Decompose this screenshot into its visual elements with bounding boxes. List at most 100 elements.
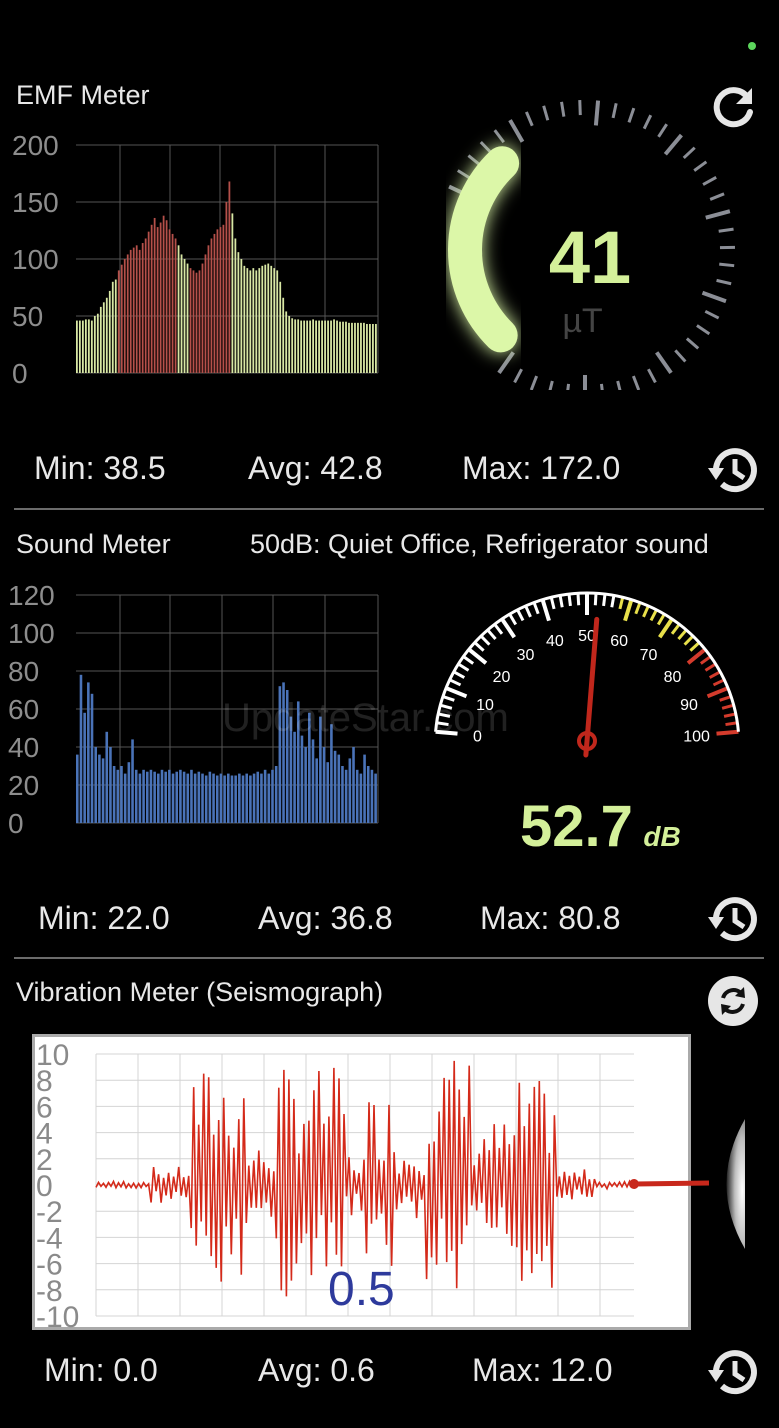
emf-gauge-tick (542, 105, 550, 121)
emf-bar (321, 320, 323, 373)
emf-gauge-tick (627, 107, 636, 123)
emf-gauge-tick (701, 290, 727, 304)
emf-bar (114, 279, 117, 373)
sound-dial-tick (634, 602, 642, 615)
emf-bar (207, 245, 210, 373)
sound-bar (201, 773, 204, 823)
sound-tick-label: 40 (8, 732, 39, 763)
emf-bar (336, 320, 338, 373)
sound-dial-tick (462, 655, 475, 665)
sound-bar (315, 758, 318, 823)
sound-history-icon[interactable] (706, 893, 760, 947)
emf-bar (213, 233, 216, 373)
sound-dial: 010203040 50 60708090100 (434, 591, 740, 758)
sound-dial-tick (516, 609, 525, 622)
sound-bar (263, 769, 267, 823)
sound-bar (234, 775, 237, 823)
emf-bar (351, 322, 353, 373)
vibration-avg: Avg: 0.6 (258, 1352, 375, 1388)
sound-max: Max: 80.8 (480, 900, 621, 936)
emf-bar (102, 302, 105, 373)
emf-bar (252, 268, 255, 373)
sound-bar (190, 769, 193, 823)
sound-dial-tick (642, 605, 650, 618)
sound-dial-tick (453, 670, 466, 679)
emf-bar (225, 202, 228, 373)
seismograph-tick-label: -10 (36, 1301, 79, 1334)
sound-bar (215, 775, 219, 823)
vibration-history-icon[interactable] (706, 1346, 760, 1400)
sound-dial-tick (712, 678, 725, 687)
emf-bar (300, 320, 303, 373)
sound-dial-tick (656, 613, 666, 626)
emf-gauge-tick (704, 309, 720, 320)
emf-bar (315, 320, 317, 373)
emf-bar (348, 322, 350, 373)
sound-dial-tick (618, 596, 625, 610)
emf-gauge-value: 41 (548, 216, 632, 299)
emf-bar (264, 264, 267, 373)
sync-icon[interactable] (708, 976, 758, 1026)
emf-bar (231, 213, 234, 373)
sound-bar (274, 766, 278, 823)
sound-dial-label: 60 (610, 633, 628, 650)
emf-bar (174, 238, 177, 373)
sound-bar (230, 775, 234, 823)
sound-bar (370, 769, 374, 823)
sound-bar (138, 773, 142, 823)
sound-bar (127, 762, 131, 823)
emf-gauge-tick (599, 383, 604, 390)
emf-tick-label: 50 (12, 301, 43, 332)
sound-bar (227, 773, 230, 823)
emf-bar (117, 270, 120, 373)
emf-bar (192, 270, 195, 373)
sound-bar (260, 773, 263, 823)
sound-bar (164, 771, 167, 823)
sound-bar (116, 769, 120, 823)
emf-gauge-tick (642, 114, 653, 130)
sound-bar (76, 754, 79, 823)
sound-tick-label: 80 (8, 656, 39, 687)
emf-avg: Avg: 42.8 (248, 450, 383, 486)
sound-bar (341, 766, 344, 823)
sound-bar (300, 735, 304, 823)
emf-bar (276, 270, 279, 373)
vibration-min: Min: 0.0 (44, 1352, 158, 1388)
sound-bar (293, 731, 296, 823)
emf-bar (282, 297, 285, 373)
sound-bar (134, 769, 138, 823)
refresh-icon[interactable] (708, 84, 758, 134)
sound-dial-tick (670, 623, 681, 635)
sound-dial-label: 70 (640, 647, 658, 664)
emf-bar (183, 259, 186, 373)
sound-bar (223, 775, 226, 823)
emf-bar (219, 227, 222, 373)
emf-gauge-tick (493, 129, 505, 144)
sound-bar (175, 771, 179, 823)
emf-gauge-tick (674, 349, 687, 363)
sound-tick-label: 100 (8, 618, 55, 649)
emf-bar (288, 316, 291, 373)
emf-bar (132, 247, 135, 373)
sound-bar (87, 682, 90, 823)
sound-bar (304, 747, 307, 823)
emf-history-icon[interactable] (706, 444, 760, 498)
emf-bar (180, 254, 183, 373)
sound-tick-label: 20 (8, 770, 39, 801)
vibration-current-value: 0.5 (328, 1263, 395, 1316)
emf-bar (222, 224, 225, 373)
emf-gauge-tick (716, 278, 732, 286)
sound-dial-label: 80 (664, 669, 682, 686)
sound-min: Min: 22.0 (38, 900, 170, 936)
emf-bar (96, 313, 99, 373)
emf-bar (234, 238, 237, 373)
emf-bar (168, 229, 171, 373)
emf-gauge-tick (467, 154, 482, 167)
sound-bar (219, 773, 223, 823)
emf-bar (339, 321, 341, 373)
emf-bar (342, 321, 344, 373)
sound-bar (271, 769, 274, 823)
sound-bar (374, 773, 377, 823)
sound-bar (252, 773, 256, 823)
emf-bar (90, 320, 93, 373)
